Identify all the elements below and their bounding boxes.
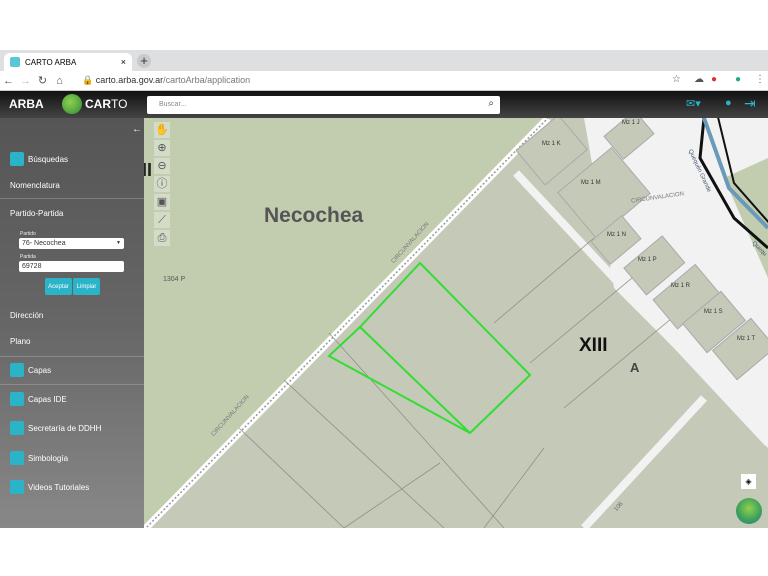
- city-label: Necochea: [264, 204, 364, 227]
- zone-a-label: A: [630, 360, 640, 375]
- map-canvas[interactable]: Necochea XII XIII A 1304 P CIRCUNVALACIO…: [144, 118, 768, 528]
- zoom-in-icon[interactable]: ⊕: [154, 140, 170, 156]
- info-icon[interactable]: ⓘ: [154, 176, 170, 192]
- forward-icon[interactable]: →: [17, 75, 34, 87]
- limpiar-button[interactable]: Limpiar: [73, 278, 100, 295]
- url-host: carto.arba.gov.ar: [95, 75, 164, 85]
- profile-icon[interactable]: ●: [735, 74, 741, 85]
- browser-tab[interactable]: CARTO ARBA ×: [4, 53, 132, 71]
- partida-label: Partida: [20, 254, 36, 260]
- partida-input[interactable]: 69728: [19, 261, 124, 272]
- menu-icon[interactable]: ⋮: [755, 74, 765, 85]
- block-label: Mz 1 R: [671, 283, 691, 289]
- carto-corner-logo-icon: [736, 498, 762, 524]
- locate-icon[interactable]: ◈: [741, 474, 756, 489]
- block-label: Mz 1 S: [704, 309, 723, 315]
- person-pin-icon: [10, 451, 24, 465]
- layers-ide-icon: [10, 392, 24, 406]
- measure-icon[interactable]: ⟋: [154, 212, 170, 228]
- back-icon[interactable]: ←: [0, 75, 17, 87]
- label: Videos Tutoriales: [28, 482, 90, 492]
- app-header: ARBA CARTO Buscar... ⌕ ✉▾ ● ⇥: [0, 91, 768, 118]
- search-input[interactable]: Buscar... ⌕: [147, 96, 500, 114]
- sidebar-item-nomenclatura[interactable]: Nomenclatura: [10, 181, 60, 190]
- speech-bubble-icon: [10, 421, 24, 435]
- sidebar-item-partido-partida[interactable]: Partido-Partida: [10, 209, 63, 218]
- block-label: Mz 1 N: [607, 232, 627, 238]
- label: Dirección: [10, 311, 44, 320]
- block-label: Mz 1 P: [638, 257, 657, 263]
- label: Partido-Partida: [10, 209, 64, 218]
- sidebar-item-busquedas[interactable]: Búsquedas: [10, 152, 68, 166]
- print-icon[interactable]: ⎙: [154, 230, 170, 246]
- sidebar-item-secretaria[interactable]: Secretaría de DDHH: [10, 421, 101, 435]
- block-label: Mz 1 T: [737, 336, 756, 342]
- label: Nomenclatura: [10, 181, 60, 190]
- zone-xiii-label: XIII: [579, 335, 608, 356]
- url-field[interactable]: 🔒 carto.arba.gov.ar/cartoArba/applicatio…: [82, 75, 250, 86]
- arba-logo: ARBA: [9, 97, 44, 111]
- label: Capas IDE: [28, 394, 67, 404]
- label: Capas: [28, 365, 52, 375]
- carto-logo-icon: [62, 94, 82, 114]
- new-tab-button[interactable]: +: [137, 54, 151, 68]
- label: Búsquedas: [28, 154, 69, 164]
- binoculars-icon: [10, 152, 24, 166]
- zoom-out-icon[interactable]: ⊖: [154, 158, 170, 174]
- divider: [0, 356, 144, 357]
- label: Plano: [10, 337, 31, 346]
- sidebar-item-capas[interactable]: Capas: [10, 363, 51, 377]
- zone-xii-label: XII: [144, 160, 153, 180]
- pan-hand-icon[interactable]: ✋: [154, 122, 170, 138]
- play-icon: [10, 480, 24, 494]
- sidebar-item-simbologia[interactable]: Simbología: [10, 451, 68, 465]
- partido-label: Partido: [20, 231, 36, 237]
- label: Simbología: [28, 453, 69, 463]
- sidebar-item-plano[interactable]: Plano: [10, 337, 30, 346]
- help-icon[interactable]: ●: [725, 97, 732, 109]
- favicon-icon: [10, 57, 20, 67]
- address-bar: ← → ↻ ⌂ 🔒 carto.arba.gov.ar/cartoArba/appli…: [0, 71, 768, 91]
- mail-icon[interactable]: ✉▾: [686, 97, 701, 110]
- tab-title: CARTO ARBA: [25, 57, 77, 67]
- star-icon[interactable]: ☆: [672, 74, 681, 85]
- collapse-arrow-icon[interactable]: ←: [132, 124, 142, 135]
- aceptar-button[interactable]: Aceptar: [45, 278, 72, 295]
- divider: [0, 198, 144, 199]
- block-label: Mz 1 J: [622, 120, 640, 126]
- map-toolbar: ✋ ⊕ ⊖ ⓘ ▣ ⟋ ⎙: [154, 122, 170, 246]
- sidebar-item-videos[interactable]: Videos Tutoriales: [10, 480, 89, 494]
- logout-icon[interactable]: ⇥: [744, 95, 756, 112]
- divider: [0, 384, 144, 385]
- extension-red-icon[interactable]: ●: [711, 74, 717, 85]
- reload-icon[interactable]: ↻: [34, 74, 51, 87]
- url-path: /cartoArba/application: [163, 75, 251, 85]
- carto-logo-text: CARTO: [85, 97, 128, 111]
- sidebar: ← Búsquedas Nomenclatura Partido-Partida…: [0, 118, 144, 528]
- sidebar-item-capas-ide[interactable]: Capas IDE: [10, 392, 67, 406]
- parcel-label: 1304 P: [163, 276, 186, 283]
- layers-icon: [10, 363, 24, 377]
- label: Secretaría de DDHH: [28, 423, 102, 433]
- sidebar-item-direccion[interactable]: Dirección: [10, 311, 43, 320]
- partido-select[interactable]: 76- Necochea ▼: [19, 238, 124, 249]
- select-area-icon[interactable]: ▣: [154, 194, 170, 210]
- home-icon[interactable]: ⌂: [51, 75, 68, 87]
- block-label: Mz 1 M: [581, 180, 601, 186]
- close-tab-icon[interactable]: ×: [121, 57, 126, 67]
- extension-icon[interactable]: ☁: [694, 74, 704, 85]
- search-icon[interactable]: ⌕: [488, 98, 494, 109]
- block-label: Mz 1 K: [542, 141, 561, 147]
- browser-tab-bar: CARTO ARBA × +: [0, 50, 768, 71]
